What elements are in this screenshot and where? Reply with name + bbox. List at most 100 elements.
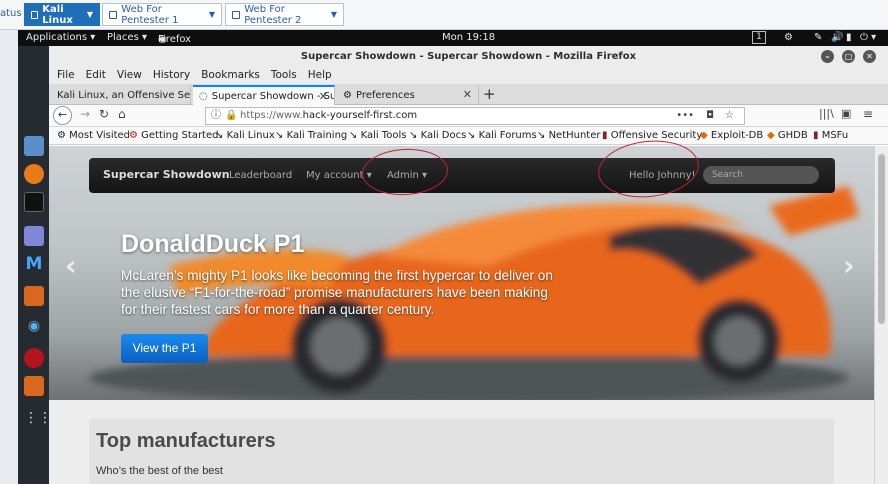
top-panel: Applications ▾ Places ▾ ◉ Firefox ESR ▾ … [18, 30, 888, 56]
menu-icon[interactable]: ≡ [863, 107, 873, 121]
menu-tools[interactable]: Tools [271, 67, 297, 84]
tab-supercar[interactable]: ◌ Supercar Showdown - Su ✕ [193, 85, 335, 105]
info-icon[interactable]: ⓘ [211, 108, 221, 124]
eye-icon[interactable]: ◉ [24, 318, 44, 338]
url-bar[interactable]: ⓘ 🔒 https://www.hack-yourself-first.com … [205, 107, 745, 125]
nav-my-account[interactable]: My account ▾ [306, 170, 372, 181]
terminal-icon[interactable] [24, 192, 44, 212]
firefox-icon[interactable] [24, 164, 44, 184]
maximize-icon[interactable]: □ [842, 50, 855, 63]
close-tab-icon[interactable]: ✕ [319, 90, 328, 103]
window-titlebar: Supercar Showdown - Supercar Showdown - … [49, 46, 888, 67]
sidebar-icon[interactable]: ▣ [841, 107, 851, 120]
burpsuite-icon[interactable] [24, 286, 44, 306]
pen-icon[interactable]: ✎ [814, 32, 822, 43]
chevron-down-icon[interactable]: ▼ [209, 10, 215, 19]
monitor-icon [109, 10, 118, 19]
lock-icon: 🔒 [225, 110, 238, 121]
close-icon[interactable]: ✕ [863, 50, 876, 63]
vm-tab-wfp2[interactable]: Web For Pentester 2 ▼ [225, 3, 344, 26]
new-tab-button[interactable]: + [483, 85, 496, 103]
menu-file[interactable]: File [57, 67, 75, 84]
dock: M ◉ ⋮⋮ [18, 46, 52, 484]
volume-icon[interactable]: 🔊 [831, 32, 843, 43]
page-content: Supercar Showdown Leaderboard My account… [49, 146, 874, 484]
vm-tab-strip: atus Kali Linux ▼ Web For Pentester 1 ▼ … [0, 0, 888, 30]
battery-icon[interactable]: ▮ [846, 32, 852, 43]
tab-preferences[interactable]: ⚙ Preferences ✕ [337, 85, 479, 105]
pocket-icon[interactable]: ◘ [706, 108, 714, 124]
bookmark-nethunter[interactable]: ↘ NetHunter [537, 130, 601, 141]
scrollbar-thumb[interactable] [878, 154, 885, 324]
hero-carousel: Supercar Showdown Leaderboard My account… [49, 146, 874, 400]
nav-hello-user[interactable]: Hello Johnny! [629, 170, 696, 181]
bookmark-kali-docs[interactable]: ↘ Kali Docs [409, 130, 466, 141]
vm-status-text: atus [0, 8, 22, 19]
metasploit-icon[interactable]: M [24, 254, 44, 274]
monitor-icon [232, 10, 241, 19]
menu-history[interactable]: History [153, 67, 190, 84]
show-apps-icon[interactable]: ⋮⋮ [24, 408, 52, 428]
nav-leaderboard[interactable]: Leaderboard [229, 170, 292, 181]
menu-bookmarks[interactable]: Bookmarks [201, 67, 260, 84]
menu-help[interactable]: Help [308, 67, 332, 84]
hero-text: McLaren’s mighty P1 looks like becoming … [121, 268, 553, 317]
bookmark-exploit-db[interactable]: ◆ Exploit-DB [700, 130, 763, 141]
scrollbar[interactable] [874, 146, 888, 484]
bookmark-ghdb[interactable]: ◆ GHDB [767, 130, 808, 141]
tab-kali[interactable]: Kali Linux, an Offensive Sec [51, 85, 191, 105]
vm-tab-kali[interactable]: Kali Linux ▼ [24, 3, 100, 26]
section-title: Top manufacturers [96, 430, 276, 452]
site-navbar: Supercar Showdown Leaderboard My account… [89, 158, 835, 193]
carousel-prev-icon[interactable]: ‹ [65, 249, 77, 282]
window-title: Supercar Showdown - Supercar Showdown - … [300, 51, 637, 62]
site-brand[interactable]: Supercar Showdown [103, 168, 230, 181]
back-button[interactable]: ← [53, 106, 72, 125]
bookmark-most-visited[interactable]: ⚙ Most Visited [57, 130, 130, 141]
minimize-icon[interactable]: – [821, 50, 834, 63]
bookmark-kali-tools[interactable]: ↘ Kali Tools [349, 130, 406, 141]
top-manufacturers-card: Top manufacturers Who’s the best of the … [89, 418, 834, 484]
settings-icon[interactable]: ⚙ [784, 32, 793, 43]
files-icon[interactable] [24, 136, 44, 156]
places-menu[interactable]: Places ▾ [107, 32, 147, 43]
bookmark-kali-training[interactable]: ↘ Kali Training [275, 130, 347, 141]
text-editor-icon[interactable] [24, 226, 44, 246]
bookmark-star-icon[interactable]: ☆ [725, 108, 734, 124]
vm-tab-label: Kali Linux [42, 3, 73, 26]
bookmark-kali-linux[interactable]: ↘ Kali Linux [215, 130, 275, 141]
reload-button[interactable]: ↻ [99, 107, 109, 121]
menu-view[interactable]: View [117, 67, 142, 84]
carousel-next-icon[interactable]: › [843, 249, 855, 282]
view-p1-button[interactable]: View the P1 [121, 334, 208, 363]
vm-tab-label: Web For Pentester 1 [121, 3, 179, 26]
library-icon[interactable]: |||\ [819, 107, 834, 120]
tab-label: Preferences [355, 89, 415, 101]
menu-edit[interactable]: Edit [86, 67, 106, 84]
monitor-icon [31, 10, 39, 19]
firefox-window: Supercar Showdown - Supercar Showdown - … [49, 46, 888, 484]
nav-admin[interactable]: Admin ▾ [387, 170, 427, 181]
bookmark-getting-started[interactable]: ⚙ Getting Started [129, 130, 218, 141]
vm-tab-label: Web For Pentester 2 [244, 3, 302, 26]
browser-tab-bar: Kali Linux, an Offensive Sec ◌ Supercar … [49, 84, 888, 105]
bookmark-offensive-security[interactable]: ▮ Offensive Security [602, 130, 702, 141]
clock[interactable]: Mon 19:18 [442, 32, 495, 43]
vm-tab-wfp1[interactable]: Web For Pentester 1 ▼ [102, 3, 222, 26]
section-subtitle: Who’s the best of the best [96, 465, 223, 477]
search-input[interactable]: Search [703, 166, 819, 184]
power-icon[interactable]: ⏻ ▾ [860, 32, 876, 43]
url-prefix: https://www. [240, 110, 303, 121]
forward-button[interactable]: → [80, 107, 90, 121]
home-button[interactable]: ⌂ [118, 107, 126, 121]
chevron-down-icon[interactable]: ▼ [87, 10, 93, 19]
workspace-indicator[interactable]: 1 [752, 31, 766, 44]
page-actions-icon[interactable]: ••• [676, 108, 694, 124]
close-tab-icon[interactable]: ✕ [463, 88, 472, 101]
bookmark-kali-forums[interactable]: ↘ Kali Forums [467, 130, 537, 141]
burpsuite-icon[interactable] [24, 376, 44, 396]
applications-menu[interactable]: Applications ▾ [26, 32, 95, 43]
cherrytree-icon[interactable] [24, 348, 44, 368]
bookmark-msfu[interactable]: ▮ MSFu [813, 130, 848, 141]
chevron-down-icon[interactable]: ▼ [331, 10, 337, 19]
